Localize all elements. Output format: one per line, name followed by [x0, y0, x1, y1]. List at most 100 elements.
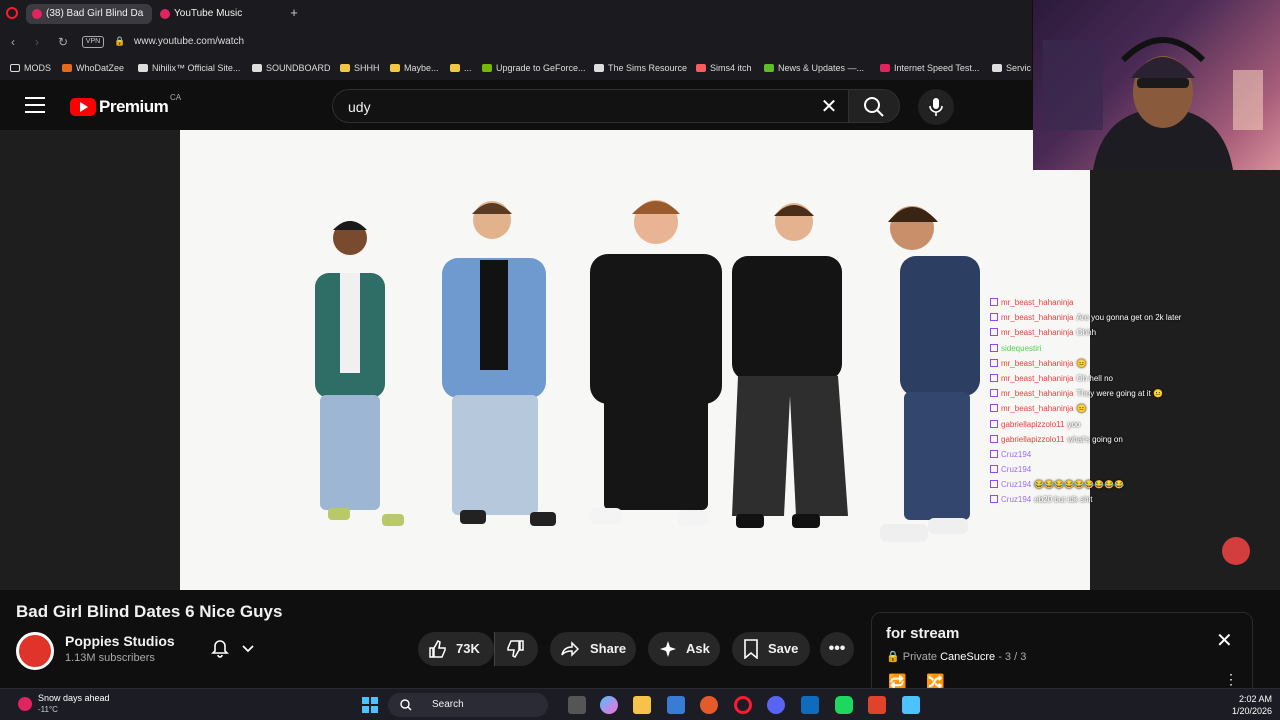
- bookmark-shhh[interactable]: SHHH: [340, 60, 380, 76]
- reload-icon[interactable]: ↻: [56, 34, 70, 50]
- platform-badge-icon: [990, 449, 998, 458]
- opera-icon[interactable]: [734, 696, 752, 714]
- bookmark-sims4-itch[interactable]: Sims4 itch: [696, 60, 752, 76]
- channel-avatar[interactable]: [16, 632, 54, 670]
- share-icon: [561, 641, 580, 657]
- chat-message: mr_beast_hahaninja Ohhh: [990, 325, 1260, 340]
- chat-username: gabriellapizzolo11: [1001, 419, 1065, 429]
- taskbar-search[interactable]: Search: [388, 693, 548, 717]
- like-button[interactable]: 73K: [418, 632, 494, 666]
- bookmark-news[interactable]: News & Updates —...: [764, 60, 864, 76]
- store-icon[interactable]: [667, 696, 685, 714]
- platform-badge-icon: [990, 480, 998, 489]
- search-button[interactable]: [848, 89, 900, 123]
- browser-logo-icon[interactable]: [6, 7, 18, 19]
- bookmark-maybe[interactable]: Maybe...: [390, 60, 439, 76]
- lock-icon[interactable]: 🔒: [114, 36, 125, 47]
- bookmark-mods[interactable]: MODS: [10, 60, 51, 76]
- taskbar-clock[interactable]: 2:02 AM 1/20/2026: [1216, 693, 1272, 717]
- chat-text: what's going on: [1067, 434, 1123, 444]
- discord-icon[interactable]: [767, 696, 785, 714]
- chat-username: mr_beast_hahaninja: [1001, 373, 1074, 383]
- search-value: udy: [348, 99, 371, 115]
- browser-tab-youtube-music[interactable]: YouTube Music: [154, 4, 274, 24]
- platform-badge-icon: [990, 495, 998, 504]
- streaming-app-icon[interactable]: [868, 696, 886, 714]
- bookmark-geforce[interactable]: Upgrade to GeForce...: [482, 60, 586, 76]
- bookmark-sims-resource[interactable]: The Sims Resource: [594, 60, 687, 76]
- playlist-meta: 🔒 Private CaneSucre - 3 / 3: [886, 650, 1026, 663]
- menu-icon[interactable]: [25, 97, 45, 113]
- webcam-overlay: [1033, 0, 1280, 170]
- clock-date: 1/20/2026: [1231, 706, 1272, 716]
- platform-badge-icon: [990, 465, 998, 474]
- weather-icon[interactable]: [18, 697, 32, 711]
- bookmark-speed-test[interactable]: Internet Speed Test...: [880, 60, 979, 76]
- copilot-icon[interactable]: [600, 696, 618, 714]
- video-player[interactable]: [180, 130, 1090, 590]
- save-button[interactable]: Save: [732, 632, 810, 666]
- bookmark-servic[interactable]: Servic: [992, 60, 1031, 76]
- forward-icon[interactable]: ›: [30, 34, 44, 50]
- close-icon[interactable]: ✕: [1216, 631, 1233, 651]
- notepad-icon[interactable]: [902, 696, 920, 714]
- sparkle-icon: [660, 641, 676, 657]
- playlist-menu-icon[interactable]: ⋮: [1224, 671, 1238, 688]
- address-bar: ‹ › ↻ VPN 🔒 www.youtube.com/watch: [0, 28, 1032, 56]
- url-field[interactable]: www.youtube.com/watch: [134, 35, 244, 49]
- ask-button[interactable]: Ask: [648, 632, 720, 666]
- chat-text: yoo: [1067, 419, 1081, 429]
- platform-badge-icon: [990, 298, 998, 306]
- new-tab-button[interactable]: +: [288, 6, 300, 20]
- share-button[interactable]: Share: [550, 632, 636, 666]
- floating-record-button[interactable]: [1222, 537, 1250, 565]
- back-icon[interactable]: ‹: [6, 34, 20, 50]
- platform-badge-icon: [990, 358, 998, 367]
- mail-icon[interactable]: [801, 696, 819, 714]
- chat-message: mr_beast_hahaninja: [990, 295, 1260, 310]
- chat-message: sidequestiri: [990, 341, 1260, 356]
- chat-message: Cruz194: [990, 447, 1260, 462]
- dislike-button[interactable]: [494, 632, 538, 666]
- platform-badge-icon: [990, 434, 998, 443]
- bookmarks-bar: MODS WhoDatZee Nihilix™ Official Site...…: [0, 56, 1032, 80]
- news-icon: [764, 64, 774, 72]
- chat-message: mr_beast_hahaninja 😐: [990, 401, 1260, 416]
- playlist-title[interactable]: for stream: [886, 625, 959, 642]
- vpn-badge[interactable]: VPN: [82, 36, 104, 48]
- platform-badge-icon: [990, 343, 998, 352]
- bookmark-whodatzee[interactable]: WhoDatZee: [62, 60, 124, 76]
- search-input[interactable]: udy ✕: [332, 89, 850, 123]
- youtube-logo-icon[interactable]: [70, 98, 96, 116]
- platform-badge-icon: [990, 328, 998, 337]
- youtube-music-tab-icon: [160, 9, 170, 19]
- chat-username: Cruz194: [1001, 449, 1032, 459]
- thumbs-up-icon: [429, 640, 446, 658]
- playlist-owner[interactable]: CaneSucre: [940, 651, 995, 663]
- youtube-tab-icon: [32, 9, 42, 19]
- chat-text: Are you gonna get on 2k later: [1076, 313, 1182, 323]
- bookmark-soundboard[interactable]: SOUNDBOARD: [252, 60, 331, 76]
- webcam-feed: [1043, 37, 1263, 170]
- bookmark-more[interactable]: ...: [450, 60, 472, 76]
- weather-text[interactable]: Snow days ahead: [38, 693, 110, 703]
- bookmark-icon: [62, 64, 72, 72]
- speed-icon: [880, 64, 890, 72]
- more-actions-button[interactable]: •••: [820, 632, 854, 666]
- spotify-icon[interactable]: [835, 696, 853, 714]
- file-explorer-icon[interactable]: [633, 696, 651, 714]
- voice-search-button[interactable]: [918, 89, 954, 125]
- chat-message: gabriellapizzolo11 what's going on: [990, 432, 1260, 447]
- windows-start-icon[interactable]: [362, 697, 378, 713]
- clear-search-icon[interactable]: ✕: [817, 95, 841, 119]
- chat-message: gabriellapizzolo11 yoo: [990, 417, 1260, 432]
- browser-tab-youtube[interactable]: (38) Bad Girl Blind Da: [26, 4, 152, 24]
- app-icon[interactable]: [700, 696, 718, 714]
- brand-label[interactable]: Premium: [99, 97, 169, 117]
- ask-label: Ask: [686, 641, 710, 656]
- notification-bell-button[interactable]: [200, 632, 268, 666]
- star-icon: [450, 64, 460, 72]
- task-view-icon[interactable]: [568, 696, 586, 714]
- channel-name[interactable]: Poppies Studios: [65, 633, 175, 649]
- bookmark-nihilix[interactable]: Nihilix™ Official Site...: [138, 60, 240, 76]
